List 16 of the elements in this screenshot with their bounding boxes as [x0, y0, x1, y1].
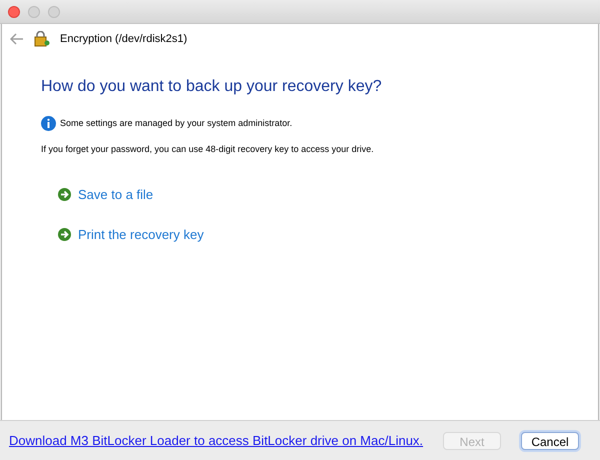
- arrow-icon: [58, 228, 71, 242]
- minimize-button[interactable]: [28, 6, 40, 18]
- option-link[interactable]: Save to a file: [58, 184, 559, 204]
- close-button[interactable]: [8, 6, 20, 18]
- description-text: If you forget your password, you can use 48-digit recovery key to access your drive.: [41, 143, 375, 156]
- option-link[interactable]: Print the recovery key: [58, 225, 559, 244]
- admin-notice: Some settings are managed by your system administrator.: [60, 116, 292, 130]
- window-title: Encryption (/dev/rdisk2s1): [60, 32, 188, 47]
- download-link[interactable]: Download M3 BitLocker Loader to access BitLocker drive on Mac/Linux.: [9, 430, 424, 450]
- lock-icon: [34, 31, 50, 47]
- zoom-button[interactable]: [48, 6, 60, 18]
- arrow-icon: [58, 188, 71, 201]
- info-icon: [41, 116, 56, 131]
- cancel-button[interactable]: Cancel: [521, 432, 579, 450]
- back-arrow-icon[interactable]: [10, 33, 24, 45]
- page-heading: How do you want to back up your recovery key?: [41, 77, 383, 97]
